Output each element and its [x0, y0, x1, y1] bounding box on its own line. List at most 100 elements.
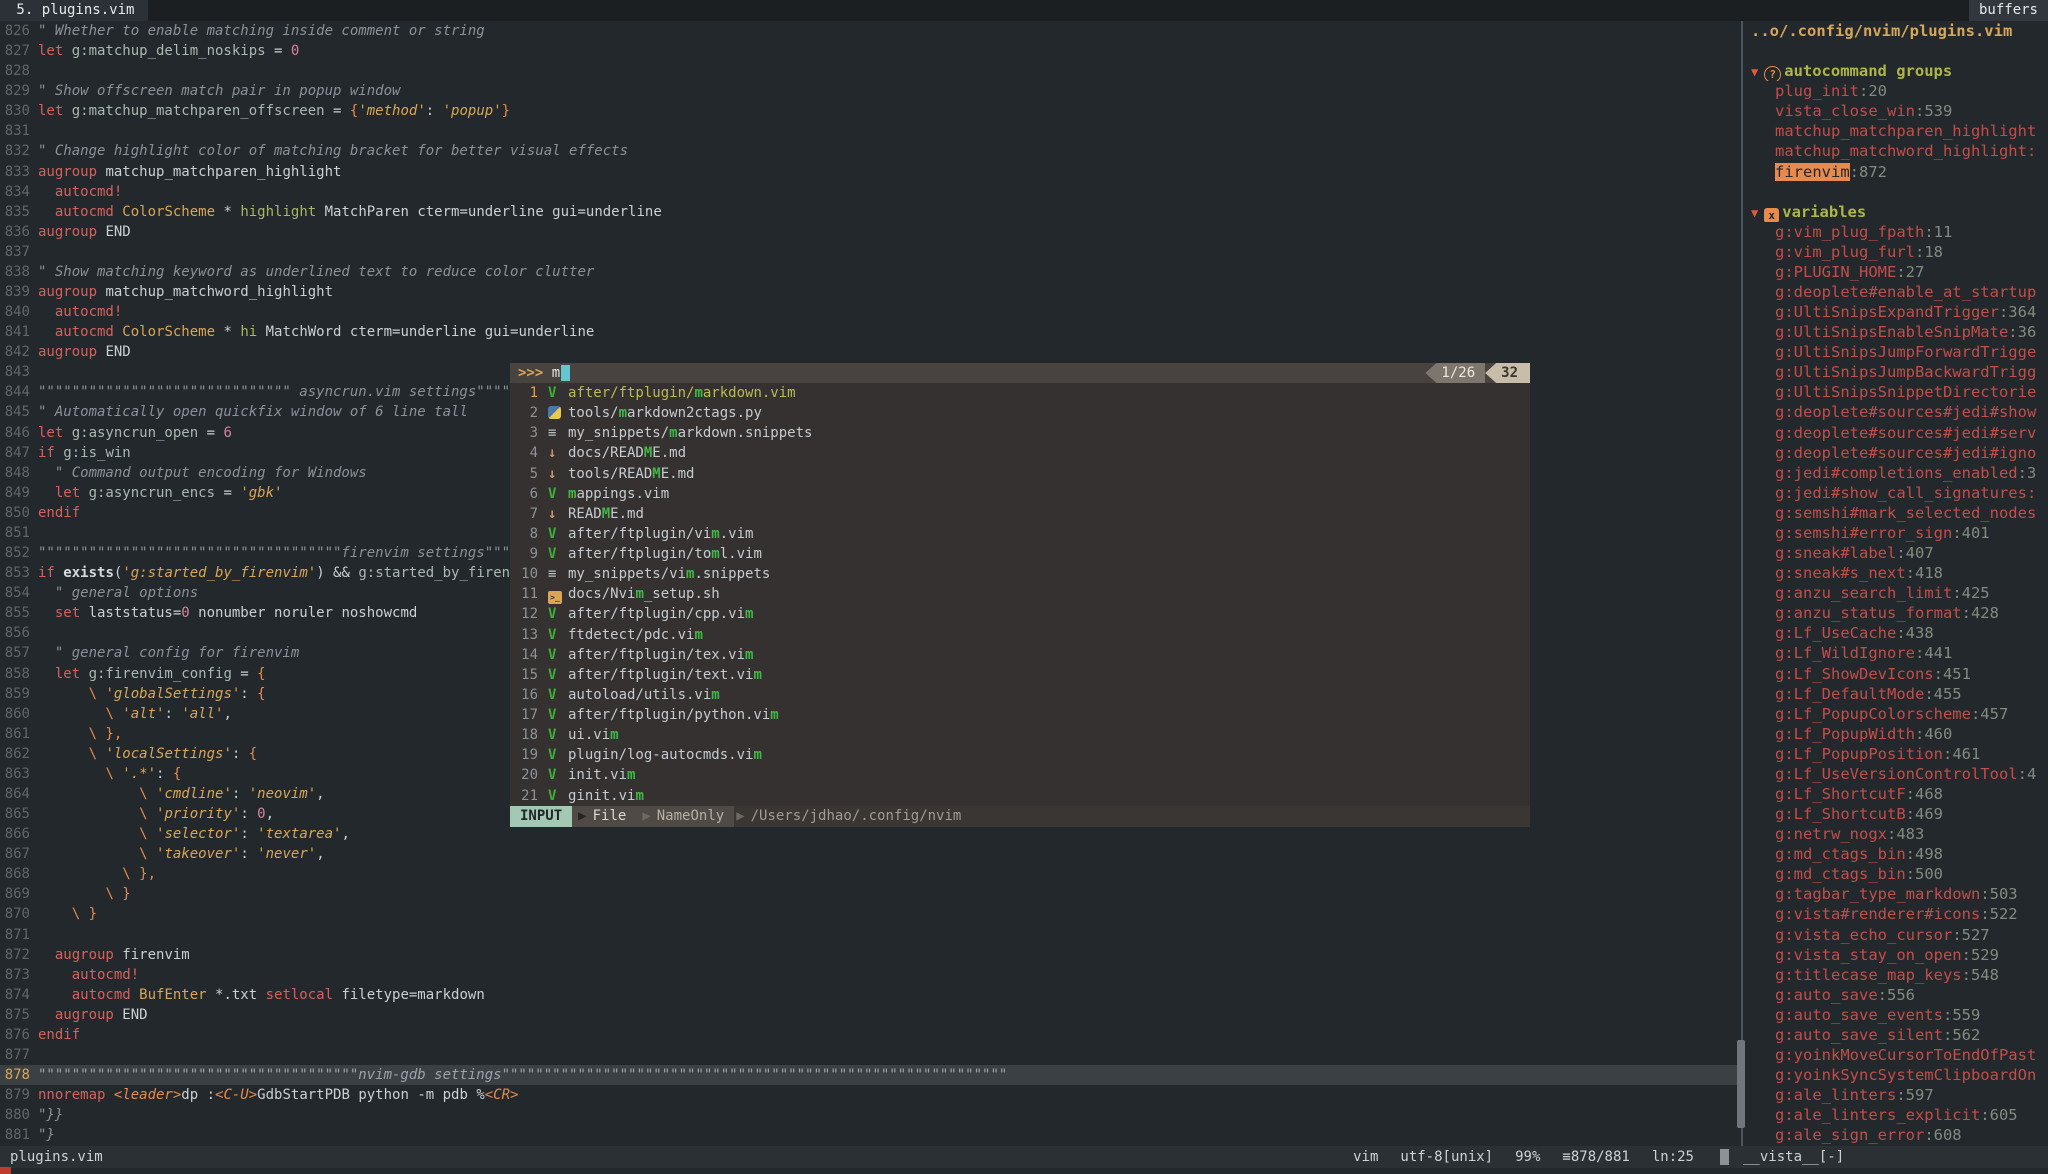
tag-item[interactable]: g:yoinkSyncSystemClipboardOn: [1743, 1065, 2048, 1085]
result-row[interactable]: 2tools/markdown2ctags.py: [510, 403, 1530, 423]
result-row[interactable]: 11>_docs/Nvim_setup.sh: [510, 584, 1530, 604]
tag-item[interactable]: g:semshi#error_sign:401: [1743, 523, 2048, 543]
code-line[interactable]: 830let g:matchup_matchparen_offscreen = …: [0, 101, 1741, 121]
tag-item[interactable]: g:auto_save_events:559: [1743, 1005, 2048, 1025]
result-row[interactable]: 17Vafter/ftplugin/python.vim: [510, 705, 1530, 725]
code-line[interactable]: 873 autocmd!: [0, 965, 1741, 985]
tag-item[interactable]: g:jedi#show_call_signatures:: [1743, 483, 2048, 503]
code-line[interactable]: 828: [0, 61, 1741, 81]
result-row[interactable]: 12Vafter/ftplugin/cpp.vim: [510, 604, 1530, 624]
result-row[interactable]: 5↓tools/README.md: [510, 464, 1530, 484]
result-row[interactable]: 18Vui.vim: [510, 725, 1530, 745]
tag-item[interactable]: matchup_matchword_highlight:: [1743, 141, 2048, 161]
code-line[interactable]: 835 autocmd ColorScheme * highlight Matc…: [0, 202, 1741, 222]
tag-item[interactable]: g:vista_echo_cursor:527: [1743, 925, 2048, 945]
tag-item[interactable]: g:ale_linters:597: [1743, 1085, 2048, 1105]
tag-item[interactable]: g:auto_save:556: [1743, 985, 2048, 1005]
tag-item[interactable]: g:ale_linters_explicit:605: [1743, 1105, 2048, 1125]
code-line[interactable]: 839augroup matchup_matchword_highlight: [0, 282, 1741, 302]
tag-item[interactable]: g:deoplete#enable_at_startup: [1743, 282, 2048, 302]
search-query[interactable]: m: [552, 363, 560, 383]
tag-item[interactable]: g:Lf_PopupColorscheme:457: [1743, 704, 2048, 724]
code-line[interactable]: 866 \ 'selector': 'textarea',: [0, 824, 1741, 844]
tag-item[interactable]: g:vim_plug_fpath:11: [1743, 222, 2048, 242]
result-row[interactable]: 6Vmappings.vim: [510, 484, 1530, 504]
tag-item[interactable]: g:sneak#label:407: [1743, 543, 2048, 563]
code-line[interactable]: 874 autocmd BufEnter *.txt setlocal file…: [0, 985, 1741, 1005]
code-line[interactable]: 867 \ 'takeover': 'never',: [0, 844, 1741, 864]
tag-item[interactable]: g:Lf_PopupWidth:460: [1743, 724, 2048, 744]
tag-item[interactable]: g:sneak#s_next:418: [1743, 563, 2048, 583]
tag-item[interactable]: g:Lf_UseCache:438: [1743, 623, 2048, 643]
tag-item[interactable]: g:yoinkMoveCursorToEndOfPast: [1743, 1045, 2048, 1065]
tag-item[interactable]: g:Lf_ShortcutB:469: [1743, 804, 2048, 824]
tag-item[interactable]: g:vista#renderer#icons:522: [1743, 904, 2048, 924]
code-line[interactable]: 837: [0, 242, 1741, 262]
tag-item[interactable]: g:ale_sign_error:608: [1743, 1125, 2048, 1145]
code-line[interactable]: 834 autocmd!: [0, 182, 1741, 202]
result-row[interactable]: 3≡my_snippets/markdown.snippets: [510, 423, 1530, 443]
tab-buffers[interactable]: buffers: [1969, 0, 2048, 21]
tag-item[interactable]: g:md_ctags_bin:498: [1743, 844, 2048, 864]
sidebar-section-header[interactable]: ▼?autocommand groups: [1743, 61, 2048, 81]
tag-item[interactable]: g:Lf_UseVersionControlTool:4: [1743, 764, 2048, 784]
result-row[interactable]: 4↓docs/README.md: [510, 443, 1530, 463]
tag-item[interactable]: g:netrw_nogx:483: [1743, 824, 2048, 844]
result-row[interactable]: 13Vftdetect/pdc.vim: [510, 625, 1530, 645]
tag-item[interactable]: g:deoplete#sources#jedi#show: [1743, 402, 2048, 422]
tag-item[interactable]: g:vista_stay_on_open:529: [1743, 945, 2048, 965]
code-line[interactable]: 842augroup END: [0, 342, 1741, 362]
code-line[interactable]: 881"}: [0, 1125, 1741, 1145]
code-line[interactable]: 841 autocmd ColorScheme * hi MatchWord c…: [0, 322, 1741, 342]
result-row[interactable]: 9Vafter/ftplugin/toml.vim: [510, 544, 1530, 564]
result-row[interactable]: 20Vinit.vim: [510, 765, 1530, 785]
code-line[interactable]: 838" Show matching keyword as underlined…: [0, 262, 1741, 282]
sidebar-section-header[interactable]: ▼xvariables: [1743, 202, 2048, 222]
tag-item[interactable]: g:anzu_status_format:428: [1743, 603, 2048, 623]
tag-item[interactable]: g:md_ctags_bin:500: [1743, 864, 2048, 884]
code-line[interactable]: 878"""""""""""""""""""""""""""""""""""""…: [0, 1065, 1741, 1085]
result-row[interactable]: 14Vafter/ftplugin/tex.vim: [510, 645, 1530, 665]
result-row[interactable]: 10≡my_snippets/vim.snippets: [510, 564, 1530, 584]
chevron-down-icon[interactable]: ▼: [1751, 206, 1758, 220]
tag-item[interactable]: g:UltiSnipsSnippetDirectorie: [1743, 382, 2048, 402]
code-line[interactable]: 836augroup END: [0, 222, 1741, 242]
code-line[interactable]: 832" Change highlight color of matching …: [0, 141, 1741, 161]
code-line[interactable]: 831: [0, 121, 1741, 141]
code-line[interactable]: 827let g:matchup_delim_noskips = 0: [0, 41, 1741, 61]
tag-item[interactable]: g:Lf_DefaultMode:455: [1743, 684, 2048, 704]
result-row[interactable]: 16Vautoload/utils.vim: [510, 685, 1530, 705]
code-line[interactable]: 880"}}: [0, 1105, 1741, 1125]
tag-item[interactable]: g:UltiSnipsJumpForwardTrigge: [1743, 342, 2048, 362]
code-line[interactable]: 876endif: [0, 1025, 1741, 1045]
code-line[interactable]: 871: [0, 925, 1741, 945]
tag-item[interactable]: g:auto_save_silent:562: [1743, 1025, 2048, 1045]
tag-item[interactable]: g:tagbar_type_markdown:503: [1743, 884, 2048, 904]
tag-item[interactable]: firenvim:872: [1743, 162, 2048, 182]
code-line[interactable]: 872 augroup firenvim: [0, 945, 1741, 965]
result-row[interactable]: 7↓README.md: [510, 504, 1530, 524]
tag-item[interactable]: g:anzu_search_limit:425: [1743, 583, 2048, 603]
code-line[interactable]: 875 augroup END: [0, 1005, 1741, 1025]
tag-item[interactable]: g:vim_plug_furl:18: [1743, 242, 2048, 262]
tag-item[interactable]: g:deoplete#sources#jedi#serv: [1743, 423, 2048, 443]
tag-item[interactable]: g:Lf_PopupPosition:461: [1743, 744, 2048, 764]
code-line[interactable]: 826" Whether to enable matching inside c…: [0, 21, 1741, 41]
tag-item[interactable]: g:UltiSnipsJumpBackwardTrigg: [1743, 362, 2048, 382]
result-row[interactable]: 21Vginit.vim: [510, 786, 1530, 806]
tag-item[interactable]: vista_close_win:539: [1743, 101, 2048, 121]
tag-item[interactable]: g:UltiSnipsExpandTrigger:364: [1743, 302, 2048, 322]
tag-item[interactable]: matchup_matchparen_highlight: [1743, 121, 2048, 141]
result-row[interactable]: 8Vafter/ftplugin/vim.vim: [510, 524, 1530, 544]
tag-item[interactable]: g:semshi#mark_selected_nodes: [1743, 503, 2048, 523]
result-row[interactable]: 1Vafter/ftplugin/markdown.vim: [510, 383, 1530, 403]
command-line[interactable]: [0, 1168, 2048, 1174]
tag-item[interactable]: g:Lf_ShowDevIcons:451: [1743, 664, 2048, 684]
sidebar-scrollbar-thumb[interactable]: [1737, 1040, 1745, 1128]
code-line[interactable]: 833augroup matchup_matchparen_highlight: [0, 162, 1741, 182]
code-line[interactable]: 870 \ }: [0, 904, 1741, 924]
code-line[interactable]: 877: [0, 1045, 1741, 1065]
code-line[interactable]: 879nnoremap <leader>dp :<C-U>GdbStartPDB…: [0, 1085, 1741, 1105]
tag-item[interactable]: g:Lf_ShortcutF:468: [1743, 784, 2048, 804]
result-row[interactable]: 19Vplugin/log-autocmds.vim: [510, 745, 1530, 765]
